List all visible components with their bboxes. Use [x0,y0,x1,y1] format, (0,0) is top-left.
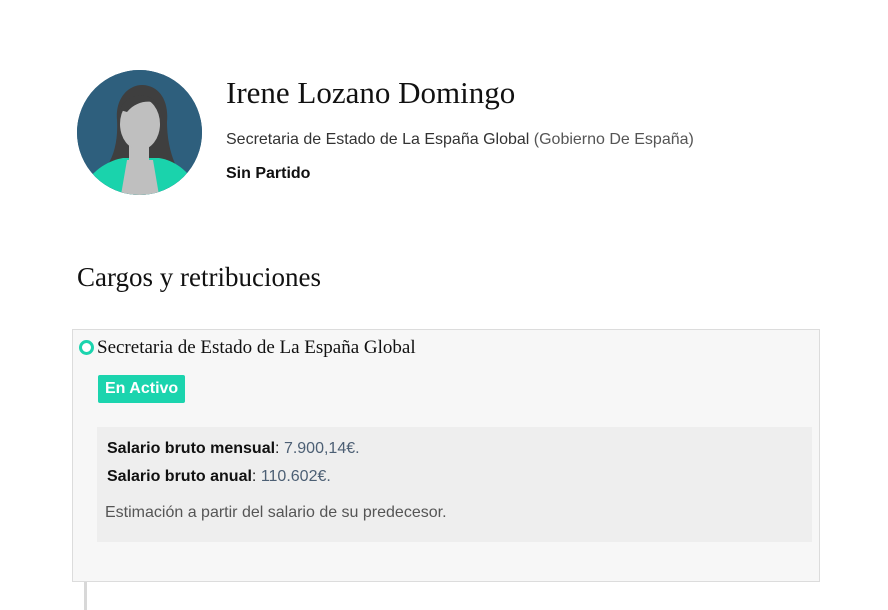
party-label: Sin Partido [226,165,311,182]
profile-header: Irene Lozano Domingo Secretaria de Estad… [77,70,837,200]
avatar [77,70,202,195]
timeline-dot-icon [79,340,94,355]
role-title: Secretaria de Estado de La España Global [226,131,530,148]
salary-note: Estimación a partir del salario de su pr… [105,504,447,521]
salary-box: Salario bruto mensual: 7.900,14€. Salari… [97,427,812,542]
salary-annual-value: 110.602€. [260,468,331,485]
salary-annual-label: Salario bruto anual [107,468,252,485]
position-title: Secretaria de Estado de La España Global [97,337,416,358]
government-link[interactable]: (Gobierno De España) [534,131,694,148]
salary-monthly-row: Salario bruto mensual: 7.900,14€. [107,440,360,457]
role-line: Secretaria de Estado de La España Global… [226,131,694,149]
salary-monthly-value: 7.900,14€. [283,440,360,457]
status-badge: En Activo [98,375,186,403]
person-placeholder-icon [77,70,202,195]
salary-monthly-label: Salario bruto mensual [107,440,276,457]
person-name: Irene Lozano Domingo [226,75,516,110]
salary-annual-row: Salario bruto anual: 110.602€. [107,468,331,485]
section-title: Cargos y retribuciones [77,262,321,292]
